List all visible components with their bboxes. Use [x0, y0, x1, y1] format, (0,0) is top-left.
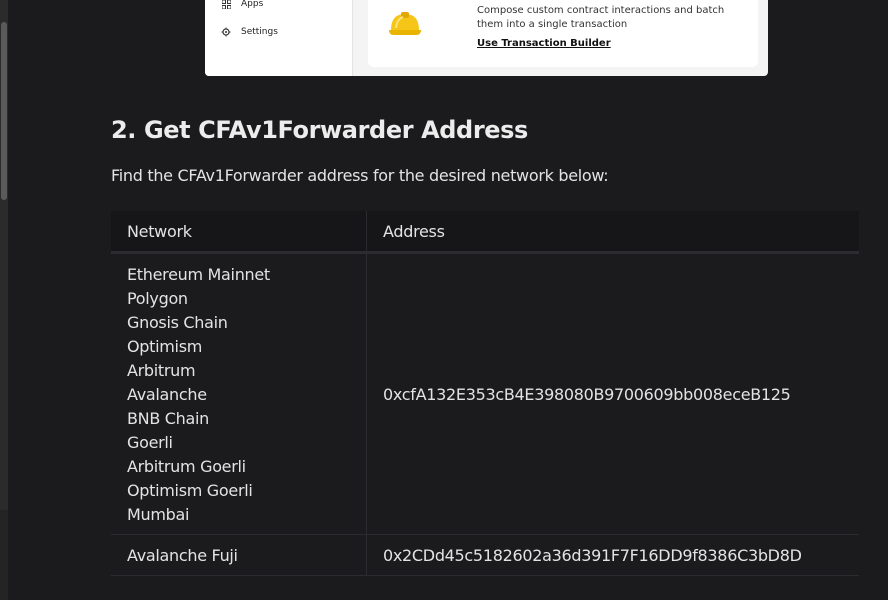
network-name: Polygon: [127, 289, 188, 308]
card-description: Compose custom contract interactions and…: [477, 5, 725, 30]
apps-grid-icon: [221, 0, 231, 9]
network-list: Ethereum Mainnet Polygon Gnosis Chain Op…: [127, 261, 350, 527]
table-row: Ethereum Mainnet Polygon Gnosis Chain Op…: [111, 252, 859, 535]
forwarder-address-table: Network Address Ethereum Mainnet Polygon…: [111, 211, 859, 576]
hard-hat-icon: [389, 12, 421, 35]
safe-app-screenshot: Apps Settings Compose custom contract in…: [205, 0, 768, 76]
network-name: Arbitrum: [127, 361, 196, 380]
network-name: Arbitrum Goerli: [127, 457, 246, 476]
settings-gear-icon: [221, 27, 231, 37]
transaction-builder-card: Compose custom contract interactions and…: [368, 0, 758, 67]
network-name: Gnosis Chain: [127, 313, 228, 332]
table-row: Avalanche Fuji 0x2CDd45c5182602a36d391F7…: [111, 534, 859, 576]
address-cell: 0x2CDd45c5182602a36d391F7F16DD9f8386C3bD…: [366, 534, 859, 576]
network-name: BNB Chain: [127, 409, 210, 428]
network-name: Goerli: [127, 433, 173, 452]
column-header-address: Address: [366, 211, 859, 254]
network-name: Optimism Goerli: [127, 481, 253, 500]
network-cell: Ethereum Mainnet Polygon Gnosis Chain Op…: [111, 252, 367, 535]
sidebar-item-label: Apps: [241, 0, 264, 9]
table-header-row: Network Address: [111, 211, 859, 254]
column-header-network: Network: [111, 211, 367, 254]
sidebar-item-label: Settings: [241, 27, 278, 37]
scrollbar-track-lower: [0, 510, 8, 600]
scrollbar-thumb[interactable]: [1, 22, 7, 200]
sidebar-item-settings: Settings: [221, 24, 278, 40]
network-name: Ethereum Mainnet: [127, 265, 270, 284]
network-name: Optimism: [127, 337, 203, 356]
network-name: Mumbai: [127, 505, 190, 524]
safe-sidebar: Apps Settings: [205, 0, 353, 76]
sidebar-item-apps: Apps: [221, 0, 263, 12]
address-cell: 0xcfA132E353cB4E398080B9700609bb008eceB1…: [366, 252, 859, 535]
section-heading: 2. Get CFAv1Forwarder Address: [111, 116, 528, 144]
network-cell: Avalanche Fuji: [111, 534, 367, 576]
section-intro: Find the CFAv1Forwarder address for the …: [111, 166, 609, 185]
network-name: Avalanche: [127, 385, 207, 404]
use-transaction-builder-link: Use Transaction Builder: [477, 38, 611, 49]
